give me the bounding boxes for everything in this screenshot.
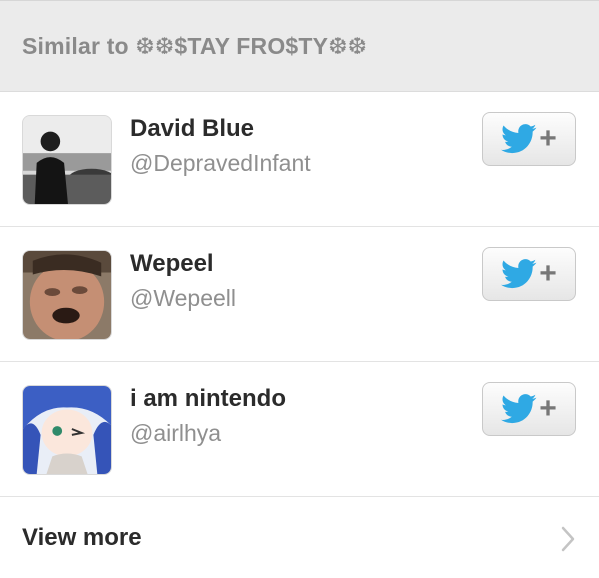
user-names: i am nintendo @airlhya <box>130 384 286 452</box>
avatar[interactable] <box>22 385 112 475</box>
view-more-link[interactable]: View more <box>0 497 599 578</box>
user-row[interactable]: i am nintendo @airlhya + <box>0 362 599 497</box>
username-handle[interactable]: @Wepeell <box>130 279 236 317</box>
follow-button[interactable]: + <box>482 247 576 301</box>
user-names: David Blue @DepravedInfant <box>130 114 311 182</box>
section-header: Similar to ❆❆$TAY FRO$TY❆❆ <box>0 0 599 92</box>
twitter-bird-icon <box>501 259 537 289</box>
follow-button[interactable]: + <box>482 112 576 166</box>
display-name[interactable]: David Blue <box>130 114 311 144</box>
plus-symbol: + <box>539 122 557 155</box>
twitter-bird-icon <box>501 124 537 154</box>
view-more-label: View more <box>22 524 142 551</box>
plus-symbol: + <box>539 392 557 425</box>
user-names: Wepeel @Wepeell <box>130 249 236 317</box>
similar-users-panel: Similar to ❆❆$TAY FRO$TY❆❆ David Blue @D… <box>0 0 599 578</box>
twitter-bird-icon <box>501 394 537 424</box>
display-name[interactable]: Wepeel <box>130 249 236 279</box>
user-row[interactable]: David Blue @DepravedInfant + <box>0 92 599 227</box>
follow-button[interactable]: + <box>482 382 576 436</box>
avatar[interactable] <box>22 115 112 205</box>
user-row[interactable]: Wepeel @Wepeell + <box>0 227 599 362</box>
avatar[interactable] <box>22 250 112 340</box>
section-title: Similar to ❆❆$TAY FRO$TY❆❆ <box>22 32 368 59</box>
username-handle[interactable]: @airlhya <box>130 414 286 452</box>
chevron-right-icon <box>561 526 575 552</box>
plus-symbol: + <box>539 257 557 290</box>
display-name[interactable]: i am nintendo <box>130 384 286 414</box>
username-handle[interactable]: @DepravedInfant <box>130 144 311 182</box>
